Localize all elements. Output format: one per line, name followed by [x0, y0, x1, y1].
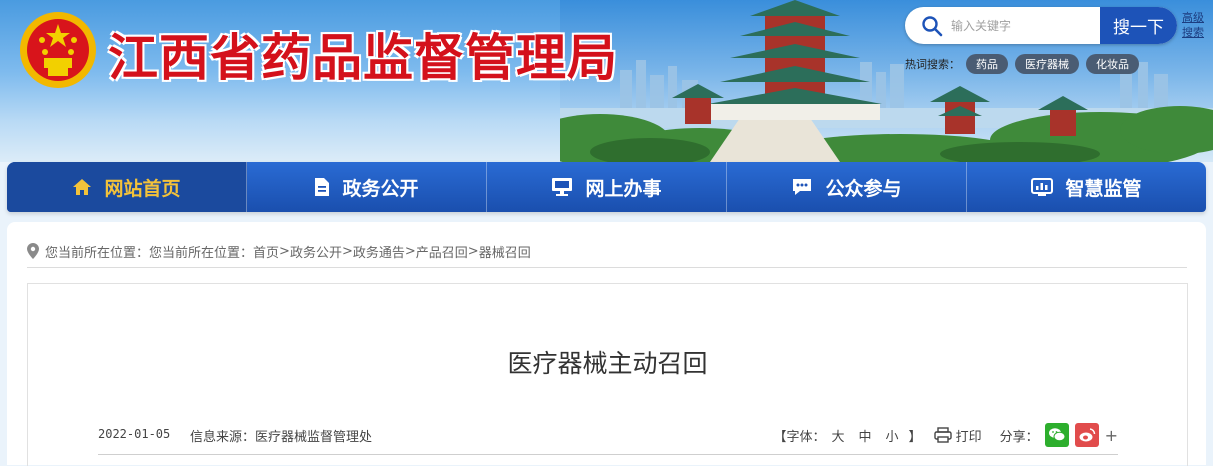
breadcrumb-link-government-affairs[interactable]: 政务公开: [290, 242, 342, 261]
national-emblem-icon: [20, 12, 96, 88]
nav-item-smart-supervision[interactable]: 智慧监管: [967, 162, 1206, 212]
share-label: 分享：: [999, 429, 1039, 445]
nav-item-label: 网上办事: [585, 177, 662, 200]
hot-tag-drugs[interactable]: 药品: [966, 54, 1008, 74]
dashboard-icon: [1031, 178, 1054, 196]
site-title: 江西省药品监督管理局: [108, 29, 618, 87]
article-meta: 2022-01-05 信息来源：医疗器械监督管理处 【字体： 大 中 小 】 打…: [98, 421, 1118, 453]
font-size-small[interactable]: 小: [882, 426, 903, 445]
weibo-icon: [1079, 428, 1095, 442]
monitor-icon: [552, 178, 573, 196]
breadcrumb-link-notices[interactable]: 政务通告: [353, 242, 405, 261]
breadcrumb: 您当前所在位置：您当前所在位置： 首页 > 政务公开 > 政务通告 > 产品召回…: [27, 242, 531, 261]
font-size-label: 【字体：: [773, 429, 826, 445]
wechat-share-icon[interactable]: [1044, 423, 1069, 447]
wechat-icon: [1048, 428, 1066, 442]
nav-item-home[interactable]: 网站首页: [7, 162, 247, 212]
weibo-share-icon[interactable]: [1074, 423, 1099, 447]
search-input[interactable]: [949, 14, 1103, 38]
breadcrumb-link-home[interactable]: 首页: [253, 242, 279, 261]
nav-item-label: 政务公开: [342, 177, 419, 200]
share-more-button[interactable]: +: [1105, 426, 1118, 445]
font-size-medium[interactable]: 中: [855, 426, 876, 445]
breadcrumb-link-product-recall[interactable]: 产品召回: [416, 242, 468, 261]
advanced-search-link[interactable]: 高级搜索: [1182, 10, 1208, 40]
nav-item-label: 智慧监管: [1065, 177, 1142, 200]
publish-date: 2022-01-05: [98, 427, 171, 441]
location-pin-icon: [27, 243, 39, 259]
print-button[interactable]: 打印: [956, 426, 982, 445]
content-panel: 您当前所在位置：您当前所在位置： 首页 > 政务公开 > 政务通告 > 产品召回…: [7, 222, 1206, 466]
chat-icon: [793, 179, 812, 195]
info-source: 信息来源：医疗器械监督管理处: [190, 430, 373, 445]
font-size-close: 】: [908, 429, 922, 445]
site-header: 江西省药品监督管理局 搜一下 高级搜索 热词搜索： 药品 医疗器械 化妆品: [0, 0, 1213, 162]
article-container: 医疗器械主动召回 2022-01-05 信息来源：医疗器械监督管理处 【字体： …: [27, 283, 1188, 466]
article-title: 医疗器械主动召回: [507, 349, 708, 378]
search-button[interactable]: 搜一下: [1100, 7, 1177, 44]
hot-tag-medical-devices[interactable]: 医疗器械: [1015, 54, 1079, 74]
breadcrumb-divider: [27, 267, 1187, 268]
hot-search-bar: 热词搜索： 药品 医疗器械 化妆品: [905, 54, 1146, 74]
breadcrumb-link-device-recall[interactable]: 器械召回: [479, 242, 531, 261]
nav-item-government-affairs[interactable]: 政务公开: [247, 162, 487, 212]
search-icon: [922, 16, 943, 37]
nav-item-public-participation[interactable]: 公众参与: [727, 162, 967, 212]
nav-item-label: 网站首页: [104, 177, 181, 200]
breadcrumb-separator: >: [341, 243, 353, 259]
breadcrumb-separator: >: [467, 243, 479, 259]
document-icon: [315, 178, 330, 196]
search-box: 搜一下: [905, 7, 1177, 44]
printer-icon[interactable]: [933, 427, 952, 443]
meta-divider: [98, 454, 1118, 455]
font-size-large[interactable]: 大: [828, 426, 849, 445]
hot-search-label: 热词搜索：: [905, 58, 960, 71]
main-nav: 网站首页 政务公开 网上办事 公众参与 智慧监管: [7, 162, 1206, 212]
hot-tag-cosmetics[interactable]: 化妆品: [1086, 54, 1139, 74]
breadcrumb-separator: >: [279, 243, 290, 259]
breadcrumb-separator: >: [404, 243, 416, 259]
nav-item-label: 公众参与: [825, 177, 902, 200]
article-tools: 【字体： 大 中 小 】 打印 分享： +: [773, 423, 1118, 447]
breadcrumb-prefix: 您当前所在位置：您当前所在位置：: [45, 245, 254, 261]
nav-item-online-services[interactable]: 网上办事: [487, 162, 727, 212]
home-icon: [73, 179, 92, 195]
